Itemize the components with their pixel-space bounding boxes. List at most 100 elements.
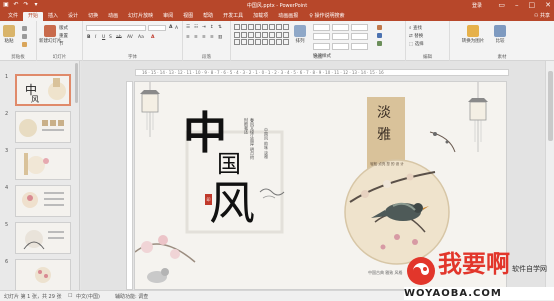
arrange-button[interactable]: 排列 <box>294 25 306 44</box>
proofing-icon[interactable]: ☐ <box>68 293 72 299</box>
layout-button[interactable]: 版式 <box>59 25 68 31</box>
align-right-icon[interactable]: ≡ <box>202 35 206 40</box>
justify-icon[interactable]: ≡ <box>210 35 214 40</box>
window-title: 中国风.pptx - PowerPoint <box>246 3 308 9</box>
slide-thumbnail[interactable] <box>15 222 71 254</box>
bold-icon[interactable]: B <box>87 35 90 40</box>
tab-design[interactable]: 设计 <box>63 12 83 21</box>
slide-thumbnail-pane[interactable]: 1 中 风 2 3 4 5 6 <box>0 61 80 290</box>
thumbnail-row[interactable]: 1 中 风 <box>3 74 77 109</box>
font-name-box[interactable] <box>86 25 146 31</box>
bottom-caption[interactable]: 中国古典 雅致 风格 <box>368 270 403 276</box>
shape-effects-icon[interactable] <box>377 41 382 46</box>
tab-insert[interactable]: 插入 <box>43 12 63 21</box>
tab-slideshow[interactable]: 幻灯片放映 <box>123 12 158 21</box>
replace-button[interactable]: ⇄ 替换 <box>409 33 423 39</box>
title-char-guo[interactable]: 国 <box>217 152 241 176</box>
spacing-icon[interactable]: AV <box>127 35 133 40</box>
find-label: 查找 <box>412 26 422 31</box>
title-bar: ▣ ↶ ↷ ▾ 中国风.pptx - PowerPoint 登录 ▭ – □ ✕ <box>0 0 554 11</box>
shape-fill-icon[interactable] <box>377 25 382 30</box>
group-label-clipboard: 剪贴板 <box>11 55 25 60</box>
share-button[interactable]: ⚇ 共享 <box>534 12 550 19</box>
tab-developer[interactable]: 开发工具 <box>218 12 248 21</box>
copy-icon[interactable] <box>22 34 27 39</box>
cut-icon[interactable] <box>22 26 27 31</box>
shrink-font-icon[interactable]: A <box>175 26 178 31</box>
thumbnail-row[interactable]: 5 <box>3 222 77 257</box>
seal-text: 印 <box>206 197 211 202</box>
tag-char-dan[interactable]: 淡 <box>377 102 391 122</box>
tag-char-ya[interactable]: 雅 <box>377 124 391 144</box>
tab-animation-gallery[interactable]: 动画画报 <box>273 12 303 21</box>
close-button[interactable]: ✕ <box>545 1 551 9</box>
indent-icon[interactable]: ⇥ <box>202 25 206 30</box>
font-size-box[interactable] <box>148 25 166 31</box>
tab-animations[interactable]: 动画 <box>103 12 123 21</box>
change-case-icon[interactable]: Aa <box>138 35 144 40</box>
bullets-icon[interactable]: ☰ <box>186 25 190 30</box>
italic-icon[interactable]: I <box>95 35 96 40</box>
format-painter-icon[interactable] <box>22 42 27 47</box>
poem-text[interactable]: 春风又绿江南岸 明月何时照我还 <box>243 118 255 163</box>
thumbnail-row[interactable]: 4 <box>3 185 77 220</box>
font-color-icon[interactable]: A <box>151 35 154 40</box>
paste-button[interactable]: 粘贴 <box>3 25 15 44</box>
horizontal-ruler: 16 · 15 · 14 · 13 · 12 · 11 · 10 · 9 · 8… <box>135 69 509 76</box>
maximize-button[interactable]: □ <box>529 1 536 9</box>
language-indicator[interactable]: 中文(中国) <box>76 293 100 300</box>
tab-transitions[interactable]: 切换 <box>83 12 103 21</box>
replace-label: 替换 <box>414 34 424 39</box>
tab-view[interactable]: 视图 <box>178 12 198 21</box>
slide-number: 5 <box>5 222 9 228</box>
select-button[interactable]: ⬚ 选择 <box>409 41 424 47</box>
tell-me-search[interactable]: ♀ 操作说明搜索 <box>303 12 344 21</box>
poem-text-2[interactable]: 中国风 韵味 淡雅 <box>263 128 269 164</box>
tab-addins[interactable]: 加载项 <box>248 12 273 21</box>
scroll-thumb[interactable] <box>548 71 553 141</box>
shapes-gallery[interactable] <box>234 24 290 46</box>
slide-thumbnail-selected[interactable]: 中 风 <box>15 74 71 106</box>
line-spacing-icon[interactable]: ↕ <box>210 25 214 30</box>
convert-to-image-button[interactable]: 转换为图片 <box>458 25 488 44</box>
strikethrough-icon[interactable]: ab <box>116 35 122 40</box>
tab-home[interactable]: 开始 <box>23 12 44 21</box>
slide-counter: 幻灯片 第 1 张，共 29 张 <box>4 294 62 300</box>
tab-review[interactable]: 审阅 <box>158 12 178 21</box>
group-clipboard: 粘贴 剪贴板 <box>0 21 37 61</box>
slide-thumbnail[interactable] <box>15 185 71 217</box>
slide-thumbnail[interactable] <box>15 259 71 290</box>
title-char-feng[interactable]: 风 <box>209 180 255 226</box>
ribbon-display-icon[interactable]: ▭ <box>498 1 505 9</box>
slide-thumbnail[interactable] <box>15 148 71 180</box>
compare-button[interactable]: 比较 <box>494 25 506 44</box>
columns-icon[interactable]: ▥ <box>218 35 222 40</box>
shadow-icon[interactable]: S <box>109 35 112 40</box>
signin-link[interactable]: 登录 <box>472 2 482 9</box>
text-direction-icon[interactable]: ⇅ <box>218 25 222 30</box>
tab-file[interactable]: 文件 <box>3 12 23 21</box>
section-button[interactable]: 节 <box>59 41 64 47</box>
underline-icon[interactable]: U <box>102 35 105 40</box>
grow-font-icon[interactable]: A <box>169 25 172 30</box>
thumbnail-row[interactable]: 3 <box>3 148 77 183</box>
thumbnail-row[interactable]: 6 <box>3 259 77 290</box>
image-convert-icon <box>467 25 479 37</box>
shape-outline-icon[interactable] <box>377 33 382 38</box>
group-slides: 新建幻灯片 版式 重置 节 幻灯片 <box>37 21 83 61</box>
align-left-icon[interactable]: ≡ <box>186 35 190 40</box>
tab-help[interactable]: 帮助 <box>198 12 218 21</box>
find-button[interactable]: ⌕ 查找 <box>409 25 422 31</box>
convert-label: 转换为图片 <box>461 39 485 44</box>
accessibility-status[interactable]: 辅助功能: 调查 <box>115 293 148 300</box>
numbering-icon[interactable]: ☷ <box>194 25 198 30</box>
minimize-button[interactable]: – <box>515 1 519 9</box>
thumbnail-preview-2 <box>19 119 64 137</box>
slide-number: 6 <box>5 259 9 265</box>
quick-styles-gallery[interactable] <box>313 24 371 50</box>
tag-subtitle[interactable]: 轻松 点亮 您 的 设 计 <box>369 162 405 167</box>
thumbnail-row[interactable]: 2 <box>3 111 77 146</box>
slide-thumbnail[interactable] <box>15 111 71 143</box>
reset-button[interactable]: 重置 <box>59 33 68 39</box>
align-center-icon[interactable]: ≡ <box>194 35 198 40</box>
